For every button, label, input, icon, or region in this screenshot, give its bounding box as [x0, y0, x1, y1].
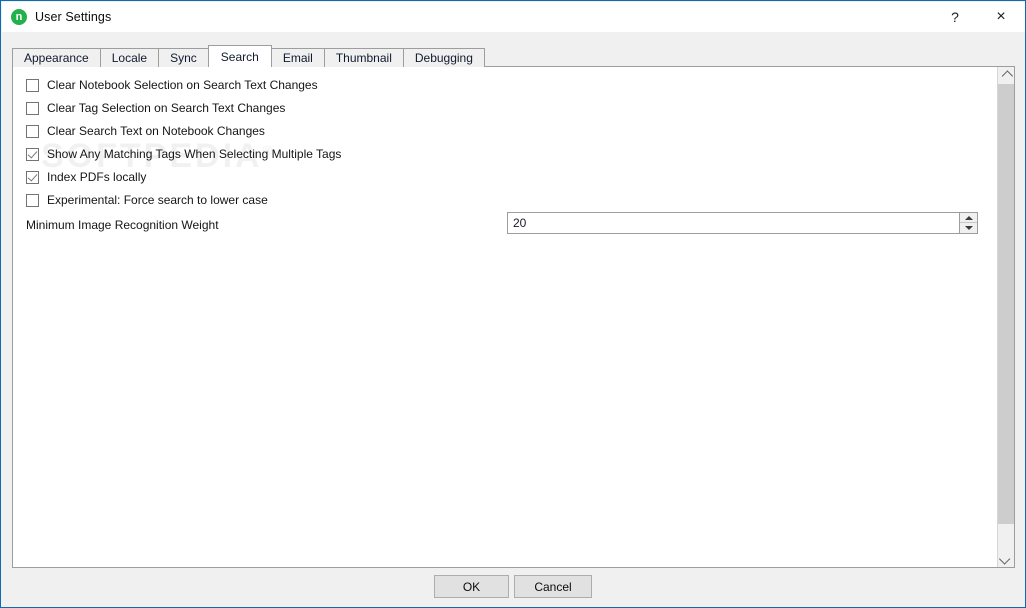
- scrollbar-down-button[interactable]: [998, 550, 1014, 567]
- settings-content: SOFTPEDIA® Clear Notebook Selection on S…: [13, 67, 997, 567]
- checkbox-label: Clear Notebook Selection on Search Text …: [47, 78, 318, 92]
- title-bar: n User Settings ? ×: [2, 2, 1025, 32]
- search-settings-panel: SOFTPEDIA® Clear Notebook Selection on S…: [12, 66, 1015, 568]
- tab-debugging[interactable]: Debugging: [402, 48, 485, 67]
- settings-tabs: Appearance Locale Sync Search Email Thum…: [12, 45, 485, 67]
- panel-scrollbar[interactable]: [997, 67, 1014, 567]
- minimum-image-recognition-weight-label: Minimum Image Recognition Weight: [26, 218, 219, 232]
- checkbox-row-clear-search-text[interactable]: Clear Search Text on Notebook Changes: [26, 123, 265, 139]
- checkbox-label: Index PDFs locally: [47, 170, 147, 184]
- tab-thumbnail[interactable]: Thumbnail: [323, 48, 404, 67]
- cancel-button[interactable]: Cancel: [514, 575, 592, 598]
- tab-email[interactable]: Email: [270, 48, 325, 67]
- checkbox-row-show-any-matching-tags[interactable]: Show Any Matching Tags When Selecting Mu…: [26, 146, 341, 162]
- window-title: User Settings: [35, 10, 112, 24]
- scrollbar-track[interactable]: [998, 84, 1014, 550]
- checkbox-label: Experimental: Force search to lower case: [47, 193, 268, 207]
- checkbox-clear-notebook-selection[interactable]: [26, 78, 39, 92]
- checkbox-force-search-lower-case[interactable]: [26, 193, 39, 207]
- tab-locale[interactable]: Locale: [99, 48, 160, 67]
- help-button[interactable]: ?: [932, 2, 978, 32]
- tab-search[interactable]: Search: [207, 45, 272, 67]
- checkbox-label: Show Any Matching Tags When Selecting Mu…: [47, 147, 342, 161]
- ok-button[interactable]: OK: [434, 575, 509, 598]
- tab-appearance[interactable]: Appearance: [12, 48, 101, 67]
- checkbox-index-pdfs-locally[interactable]: [26, 170, 39, 184]
- checkbox-clear-search-text[interactable]: [26, 124, 39, 138]
- stepper-buttons: [959, 213, 977, 233]
- scrollbar-thumb[interactable]: [998, 84, 1014, 524]
- stepper-decrement-button[interactable]: [960, 223, 977, 233]
- stepper-increment-button[interactable]: [960, 213, 977, 223]
- checkbox-row-clear-notebook-selection[interactable]: Clear Notebook Selection on Search Text …: [26, 77, 318, 93]
- chevron-up-icon: [1001, 69, 1014, 82]
- user-settings-window: n User Settings ? × Appearance Locale Sy…: [0, 0, 1026, 608]
- checkbox-clear-tag-selection[interactable]: [26, 101, 39, 115]
- checkbox-row-force-lower-case[interactable]: Experimental: Force search to lower case: [26, 192, 268, 208]
- app-logo-icon: n: [11, 9, 27, 25]
- checkbox-row-clear-tag-selection[interactable]: Clear Tag Selection on Search Text Chang…: [26, 100, 285, 116]
- chevron-down-icon: [998, 552, 1011, 565]
- scrollbar-up-button[interactable]: [998, 67, 1014, 84]
- checkbox-row-index-pdfs-locally[interactable]: Index PDFs locally: [26, 169, 146, 185]
- checkbox-label: Clear Search Text on Notebook Changes: [47, 124, 265, 138]
- minimum-image-recognition-weight-input[interactable]: 20: [508, 213, 959, 233]
- window-controls: ? ×: [932, 2, 1025, 32]
- tab-sync[interactable]: Sync: [158, 48, 209, 67]
- dialog-footer: OK Cancel: [1, 568, 1025, 607]
- minimum-image-recognition-weight-stepper[interactable]: 20: [507, 212, 978, 234]
- close-icon: ×: [996, 8, 1006, 25]
- triangle-down-icon: [964, 226, 973, 230]
- checkbox-show-any-matching-tags[interactable]: [26, 147, 39, 161]
- close-button[interactable]: ×: [978, 2, 1024, 32]
- triangle-up-icon: [964, 215, 973, 220]
- checkbox-label: Clear Tag Selection on Search Text Chang…: [47, 101, 286, 115]
